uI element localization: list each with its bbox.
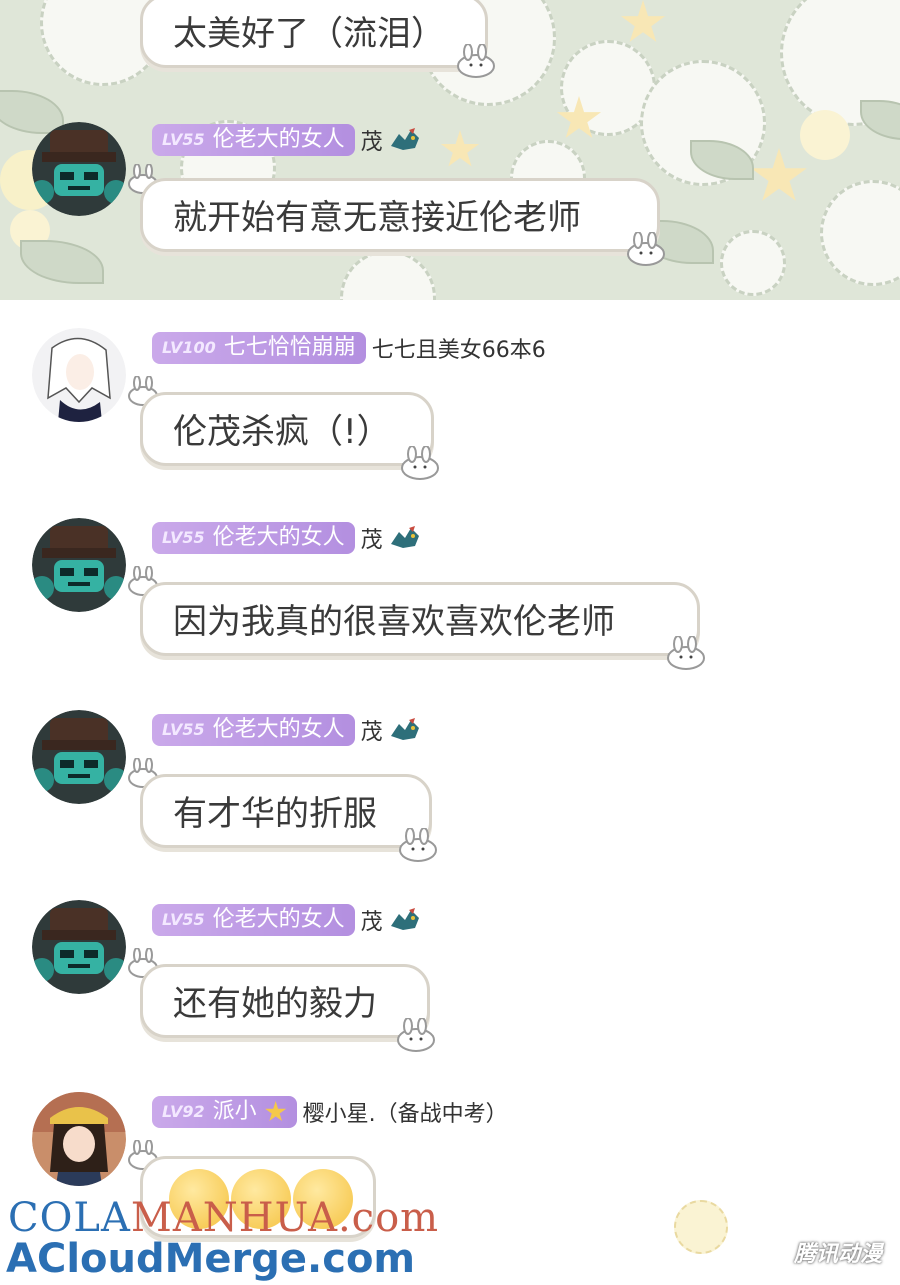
level-label: LV55 (162, 910, 205, 929)
message-text: 有才华的折服 (173, 794, 377, 834)
avatar[interactable] (32, 328, 126, 422)
bunny-icon (399, 828, 437, 862)
watermark-tencent: 腾讯动漫 (793, 1242, 882, 1267)
message-bubble[interactable]: 因为我真的很喜欢喜欢伦老师 (140, 582, 700, 656)
nickname: 樱小星.（备战中考） (302, 1102, 508, 1127)
avatar[interactable] (32, 900, 126, 994)
message-bubble[interactable]: 太美好了（流泪） (140, 0, 488, 68)
level-label: LV100 (162, 338, 216, 357)
message-bubble[interactable]: 还有她的毅力 (140, 964, 430, 1038)
nickname: 茂 (360, 910, 383, 935)
username: 伦老大的女人 (212, 717, 345, 742)
bunny-icon (667, 636, 705, 670)
message-text: 还有她的毅力 (173, 984, 377, 1024)
decorative-circle (674, 1200, 728, 1254)
bunny-icon (627, 232, 665, 266)
avatar[interactable] (32, 122, 126, 216)
dragon-icon (390, 718, 419, 740)
username: 派小 (212, 1099, 257, 1124)
message-header: LV55 伦老大的女人 茂 (152, 124, 423, 156)
message-header: LV92 派小 樱小星.（备战中考） (152, 1096, 508, 1128)
message-header: LV55 伦老大的女人 茂 (152, 714, 423, 746)
star-icon (265, 1101, 287, 1122)
watermark-colamanhua: COLAMANHUA.com (8, 1195, 440, 1241)
nickname: 茂 (360, 720, 383, 745)
message-text: 就开始有意无意接近伦老师 (173, 198, 581, 238)
message-text: 因为我真的很喜欢喜欢伦老师 (173, 602, 615, 642)
message-header: LV55 伦老大的女人 茂 (152, 522, 423, 554)
dragon-icon (390, 908, 419, 930)
dragon-icon (390, 128, 419, 150)
nickname: 七七且美女66本6 (371, 338, 546, 363)
level-label: LV55 (162, 720, 205, 739)
level-label: LV92 (162, 1102, 205, 1121)
username: 伦老大的女人 (212, 525, 345, 550)
avatar[interactable] (32, 1092, 126, 1186)
message-header: LV100 七七恰恰崩崩 七七且美女66本6 (152, 332, 546, 364)
nickname: 茂 (360, 130, 383, 155)
message-text: 伦茂杀疯（!） (173, 412, 391, 452)
watermark-acloudmerge: ACloudMerge.com (6, 1236, 416, 1282)
avatar[interactable] (32, 518, 126, 612)
username: 伦老大的女人 (212, 127, 345, 152)
bunny-icon (457, 44, 495, 78)
level-badge[interactable]: LV55 伦老大的女人 (152, 714, 355, 746)
message-bubble[interactable]: 伦茂杀疯（!） (140, 392, 434, 466)
message-header: LV55 伦老大的女人 茂 (152, 904, 423, 936)
level-badge[interactable]: LV55 伦老大的女人 (152, 904, 355, 936)
bunny-icon (401, 446, 439, 480)
message-text: 太美好了（流泪） (173, 14, 445, 54)
username: 伦老大的女人 (212, 907, 345, 932)
avatar[interactable] (32, 710, 126, 804)
dragon-icon (390, 526, 419, 548)
message-bubble[interactable]: 有才华的折服 (140, 774, 432, 848)
level-badge[interactable]: LV92 派小 (152, 1096, 297, 1128)
nickname: 茂 (360, 528, 383, 553)
bunny-icon (397, 1018, 435, 1052)
level-badge[interactable]: LV55 伦老大的女人 (152, 124, 355, 156)
level-badge[interactable]: LV100 七七恰恰崩崩 (152, 332, 366, 364)
level-label: LV55 (162, 130, 205, 149)
level-label: LV55 (162, 528, 205, 547)
message-bubble[interactable]: 就开始有意无意接近伦老师 (140, 178, 660, 252)
level-badge[interactable]: LV55 伦老大的女人 (152, 522, 355, 554)
username: 七七恰恰崩崩 (223, 335, 356, 360)
